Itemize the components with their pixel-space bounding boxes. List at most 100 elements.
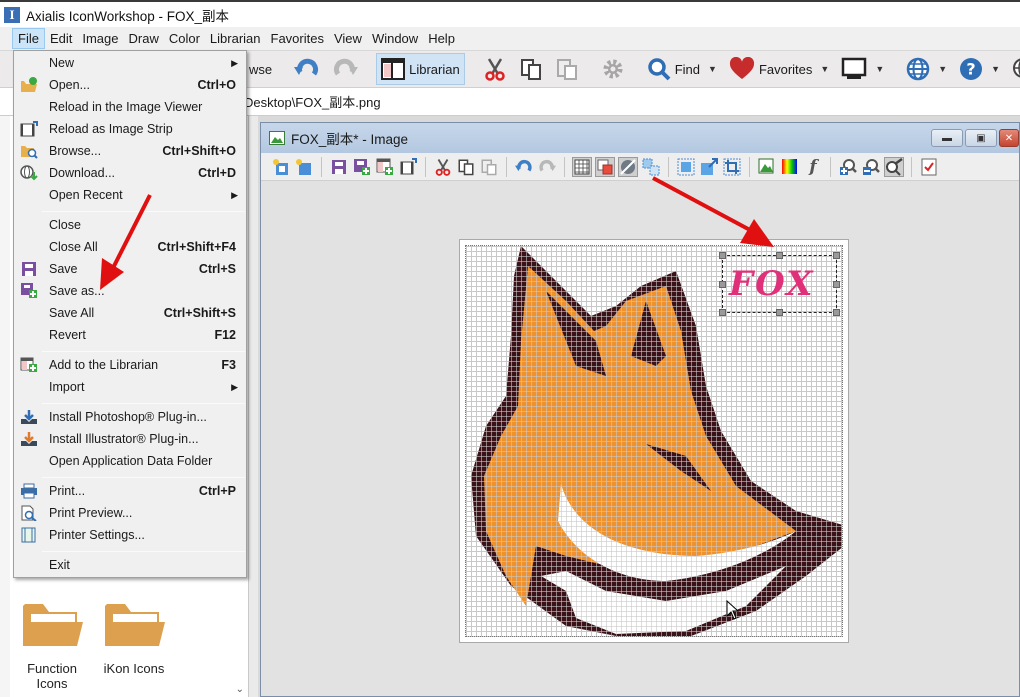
folder-function-icons[interactable]: Function Icons [12,600,92,691]
menu-file[interactable]: File [12,28,45,49]
librarian-button[interactable]: Librarian [376,53,465,85]
undo-button[interactable] [290,53,324,85]
image-window-titlebar[interactable]: FOX_副本* - Image ▬ ▣ ✕ [261,123,1019,153]
settings-button[interactable] [597,53,629,85]
menu-librarian[interactable]: Librarian [205,28,266,49]
menu-item-new[interactable]: New ▶ [14,52,246,74]
menu-item-save-as[interactable]: Save as... [14,280,246,302]
grid-toggle-button[interactable] [572,156,592,177]
select-all-button[interactable] [676,157,696,177]
paste-button[interactable] [551,53,583,85]
image-save-button[interactable] [329,157,349,177]
image-copy-button[interactable] [456,157,476,177]
favorites-button[interactable]: Favorites ▼ [725,53,833,85]
favorites-dropdown-icon[interactable]: ▼ [820,64,829,74]
mask-toggle-button[interactable] [618,156,638,177]
validate-button[interactable] [919,157,939,177]
menu-item-close[interactable]: Close [14,214,246,236]
display-button[interactable]: ▼ [837,53,888,85]
cut-button[interactable] [479,53,511,85]
image-redo-button[interactable] [537,157,557,177]
add-librarian-icon [20,357,37,372]
menu-image[interactable]: Image [77,28,123,49]
menu-item-exit[interactable]: Exit [14,554,246,576]
crop-button[interactable] [722,157,742,177]
menu-separator [42,211,245,212]
menu-item-browse[interactable]: Browse... Ctrl+Shift+O [14,140,246,162]
menu-item-save[interactable]: Save Ctrl+S [14,258,246,280]
add-librarian-icon [376,158,393,175]
menu-color[interactable]: Color [164,28,205,49]
restore-button[interactable]: ▣ [965,129,997,147]
browse-label: wse [249,61,273,77]
selection-handle[interactable] [776,309,783,316]
selection-handle[interactable] [776,252,783,259]
selection-handle[interactable] [833,252,840,259]
menu-item-install-photoshop[interactable]: Install Photoshop® Plug-in... [14,406,246,428]
menu-item-open[interactable]: Open... Ctrl+O [14,74,246,96]
redo-button[interactable] [328,53,362,85]
menu-view[interactable]: View [329,28,367,49]
background-toggle-button[interactable] [595,156,615,177]
menu-item-download[interactable]: Download... Ctrl+D [14,162,246,184]
menu-item-save-all[interactable]: Save All Ctrl+Shift+S [14,302,246,324]
help-button[interactable]: ? ▼ [955,53,1004,85]
find-dropdown-icon[interactable]: ▼ [708,64,717,74]
text-selection-box[interactable]: FOX [719,252,840,316]
selection-mode-button[interactable] [641,157,661,177]
menu-window[interactable]: Window [367,28,423,49]
scroll-down-icon[interactable]: ⌄ [236,684,244,695]
menu-draw[interactable]: Draw [124,28,164,49]
selection-handle[interactable] [833,281,840,288]
menu-item-shortcut: Ctrl+Shift+S [163,306,236,320]
find-button[interactable]: Find ▼ [643,53,721,85]
minimize-button[interactable]: ▬ [931,129,963,147]
image-save-as-button[interactable] [352,157,372,177]
color-adjust-button[interactable] [780,157,800,177]
web-button[interactable]: ▼ [902,53,951,85]
adjust-image-button[interactable] [757,157,777,177]
selection-handle[interactable] [833,309,840,316]
menu-item-close-all[interactable]: Close All Ctrl+Shift+F4 [14,236,246,258]
selection-handle[interactable] [719,281,726,288]
image-paste-button[interactable] [479,157,499,177]
menu-item-reload-viewer[interactable]: Reload in the Image Viewer [14,96,246,118]
add-librarian-button[interactable] [375,157,395,177]
image-canvas[interactable]: FOX [465,245,843,637]
menu-item-print-preview[interactable]: Print Preview... [14,502,246,524]
help-dropdown-icon[interactable]: ▼ [991,64,1000,74]
image-undo-button[interactable] [514,157,534,177]
menu-help[interactable]: Help [423,28,460,49]
update-button[interactable]: Upd [1008,53,1020,85]
menu-item-print[interactable]: Print... Ctrl+P [14,480,246,502]
menu-edit[interactable]: Edit [45,28,77,49]
zoom-in-button[interactable] [838,157,858,177]
menu-item-install-illustrator[interactable]: Install Illustrator® Plug-in... [14,428,246,450]
zoom-out-button[interactable] [861,157,881,177]
new-image-button[interactable] [271,157,291,177]
web-dropdown-icon[interactable]: ▼ [938,64,947,74]
new-from-image-button[interactable] [294,157,314,177]
selection-handle[interactable] [719,309,726,316]
menu-item-shortcut: Ctrl+Shift+O [162,144,236,158]
menu-item-open-app-data[interactable]: Open Application Data Folder [14,450,246,472]
close-button[interactable]: ✕ [999,129,1019,147]
menu-item-revert[interactable]: Revert F12 [14,324,246,346]
menu-item-open-recent[interactable]: Open Recent ▶ [14,184,246,206]
menu-item-add-librarian[interactable]: Add to the Librarian F3 [14,354,246,376]
display-dropdown-icon[interactable]: ▼ [875,64,884,74]
selection-handle[interactable] [719,252,726,259]
image-strip-button[interactable] [398,157,418,177]
panel-splitter[interactable] [248,116,258,697]
menu-favorites[interactable]: Favorites [266,28,329,49]
resize-button[interactable] [699,157,719,177]
copy-button[interactable] [515,53,547,85]
menu-item-import[interactable]: Import ▶ [14,376,246,398]
filters-button[interactable]: f [803,157,823,177]
menu-item-printer-settings[interactable]: Printer Settings... [14,524,246,546]
image-cut-button[interactable] [433,157,453,177]
menu-item-reload-strip[interactable]: Reload as Image Strip [14,118,246,140]
browse-button[interactable]: wse [245,53,276,85]
folder-ikon-icons[interactable]: iKon Icons [94,600,174,676]
zoom-tool-button[interactable] [884,156,904,177]
